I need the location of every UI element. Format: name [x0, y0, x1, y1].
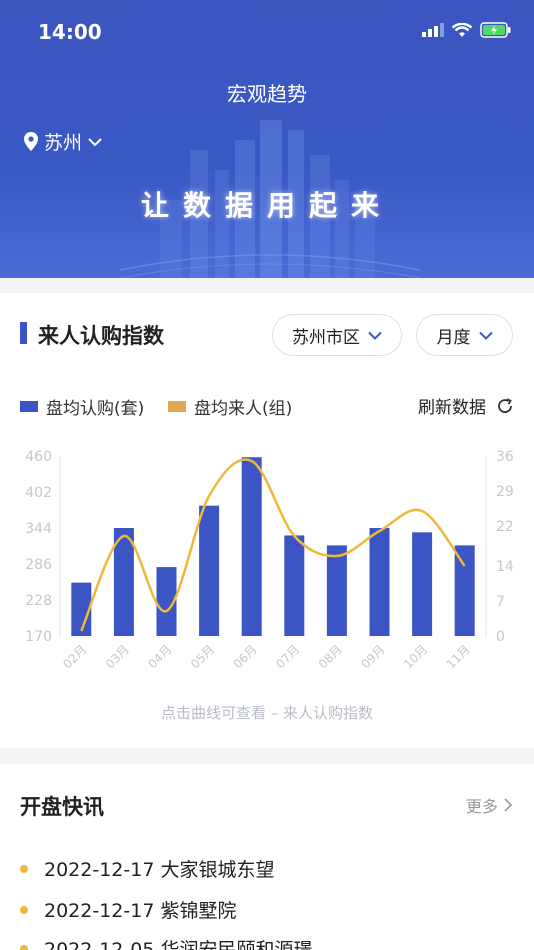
- x-tick-label: 04月: [145, 642, 174, 671]
- news-item[interactable]: 2022-12-17 紫锦墅院: [20, 896, 236, 923]
- news-item[interactable]: 2022-12-17 大家银城东望: [20, 855, 274, 882]
- y-right-tick-label: 29: [496, 484, 514, 500]
- period-dropdown-label: 月度: [436, 327, 471, 348]
- y-right-tick-label: 14: [496, 559, 514, 575]
- region-dropdown-label: 苏州市区: [292, 327, 360, 348]
- legend-line-swatch: [168, 401, 186, 412]
- section-title: 来人认购指数: [38, 324, 164, 348]
- status-time: 14:00: [38, 20, 102, 44]
- legend-line-label: 盘均来人(组): [194, 399, 293, 419]
- bar: [369, 528, 390, 636]
- chevron-down-icon: [478, 331, 493, 340]
- y-right-tick-label: 36: [496, 449, 514, 465]
- bullet-dot: [20, 905, 28, 914]
- section-accent-bar: [20, 322, 27, 344]
- battery-icon: [480, 22, 511, 38]
- slogan: 让数据用起来: [140, 189, 393, 222]
- city-selector[interactable]: 苏州: [24, 128, 102, 155]
- bullet-dot: [20, 864, 28, 873]
- refresh-label: 刷新数据: [418, 398, 486, 418]
- news-project: 大家银城东望: [160, 859, 275, 881]
- x-tick-label: 05月: [188, 642, 217, 671]
- legend-line[interactable]: 盘均来人(组): [168, 394, 292, 419]
- wifi-icon: [452, 22, 472, 37]
- status-bar: 14:00: [0, 18, 534, 46]
- chevron-down-icon: [368, 331, 382, 340]
- legend-bar-swatch: [20, 401, 38, 412]
- location-pin-icon: [24, 132, 38, 151]
- bar: [284, 535, 305, 636]
- region-dropdown[interactable]: 苏州市区: [272, 314, 402, 356]
- signal-icon: [422, 23, 444, 37]
- y-left-tick-label: 344: [25, 521, 52, 537]
- news-date: 2022-12-17: [44, 859, 155, 881]
- period-dropdown[interactable]: 月度: [416, 314, 513, 356]
- y-left-tick-label: 460: [25, 449, 52, 465]
- refresh-icon: [498, 397, 512, 413]
- bar: [412, 532, 433, 636]
- news-project: 华润安民颐和源璟: [160, 939, 313, 950]
- legend-bar-label: 盘均认购(套): [46, 399, 145, 419]
- series-line: [80, 458, 466, 632]
- bar: [326, 545, 347, 636]
- index-chart[interactable]: 170 228 286 344 402 460 0 7 14 22 29 36 02月 03月 04月 05月…: [0, 440, 534, 690]
- bullet-dot: [20, 944, 28, 950]
- y-right-tick-label: 22: [496, 519, 514, 535]
- x-tick-label: 08月: [316, 642, 345, 671]
- x-tick-label: 07月: [273, 642, 302, 671]
- more-link[interactable]: 更多: [466, 793, 512, 817]
- x-tick-label: 03月: [103, 642, 132, 671]
- more-label: 更多: [465, 797, 498, 816]
- bar: [199, 505, 220, 636]
- y-left-tick-label: 286: [25, 557, 52, 573]
- chart-hint: 点击曲线可查看 – 来人认购指数: [160, 704, 374, 722]
- bar: [454, 545, 475, 636]
- news-item[interactable]: 2022-12-05 华润安民颐和源璟: [20, 935, 312, 950]
- x-tick-label: 10月: [401, 642, 430, 671]
- refresh-button[interactable]: 刷新数据: [418, 393, 514, 418]
- y-left-tick-label: 402: [25, 485, 52, 501]
- x-tick-label: 09月: [358, 642, 387, 671]
- y-left-tick-label: 170: [25, 629, 52, 645]
- news-title: 开盘快讯: [20, 795, 104, 819]
- x-tick-label: 06月: [231, 642, 260, 671]
- news-project: 紫锦墅院: [160, 900, 237, 922]
- legend-bar[interactable]: 盘均认购(套): [20, 394, 144, 419]
- bar: [241, 457, 262, 636]
- y-left-tick-label: 228: [25, 593, 52, 609]
- city-name: 苏州: [44, 132, 83, 154]
- status-icons: [422, 22, 512, 38]
- header-banner: 14:00 宏观趋势 苏州 让数据用起来: [0, 0, 534, 278]
- news-date: 2022-12-05: [44, 939, 155, 950]
- page-title: 宏观趋势: [227, 82, 307, 106]
- chevron-down-icon: [88, 137, 102, 146]
- chevron-right-icon: [504, 798, 512, 812]
- x-tick-label: 11月: [444, 642, 473, 671]
- y-right-tick-label: 7: [496, 594, 505, 610]
- x-tick-label: 02月: [60, 642, 89, 671]
- y-right-tick-label: 0: [496, 629, 505, 645]
- news-date: 2022-12-17: [44, 900, 155, 922]
